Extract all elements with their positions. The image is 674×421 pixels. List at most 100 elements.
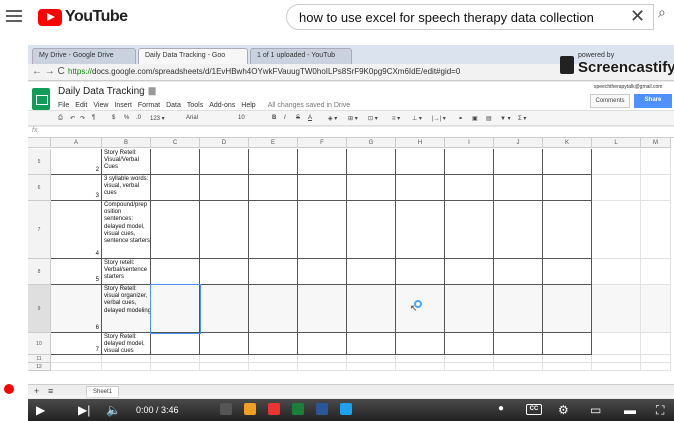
menu-file[interactable]: File (58, 102, 69, 109)
miniplayer-icon[interactable]: ▭ (590, 403, 601, 417)
table-cell[interactable] (347, 355, 396, 363)
sheets-logo-icon[interactable] (32, 88, 50, 110)
row-header[interactable]: 7 (28, 201, 51, 259)
column-header-k[interactable]: K (543, 138, 592, 148)
table-cell[interactable] (592, 355, 641, 363)
menu-view[interactable]: View (93, 102, 108, 109)
table-cell[interactable] (298, 201, 347, 259)
menu-format[interactable]: Format (138, 102, 160, 109)
red-progress-dot[interactable] (4, 384, 14, 394)
column-header-e[interactable]: E (249, 138, 298, 148)
table-cell[interactable] (51, 363, 102, 371)
column-header-l[interactable]: L (592, 138, 641, 148)
video-player[interactable]: My Drive - Google Drive Daily Data Track… (28, 45, 674, 421)
table-cell[interactable] (347, 259, 396, 285)
table-cell[interactable] (494, 149, 543, 175)
table-cell[interactable]: 3 (51, 175, 102, 201)
tab-youtube-upload[interactable]: 1 of 1 uploaded - YouTub (250, 48, 352, 64)
table-cell[interactable] (641, 175, 671, 201)
clear-search-icon[interactable]: ✕ (630, 6, 645, 27)
italic-icon[interactable]: I (284, 115, 286, 121)
table-cell[interactable] (347, 149, 396, 175)
text-color-icon[interactable]: A (308, 115, 312, 121)
table-cell[interactable] (249, 259, 298, 285)
table-cell[interactable] (396, 355, 445, 363)
table-cell[interactable]: Story Retell: Visual/Verbal Cues (102, 149, 151, 175)
table-cell[interactable] (151, 201, 200, 259)
link-icon[interactable]: ⚭ (458, 115, 463, 122)
text-wrap-icon[interactable]: |→| ▾ (432, 115, 446, 122)
hamburger-menu-icon[interactable] (6, 10, 22, 22)
table-cell[interactable] (592, 285, 641, 333)
table-cell[interactable] (641, 355, 671, 363)
table-cell[interactable] (151, 355, 200, 363)
table-cell[interactable]: 4 (51, 201, 102, 259)
column-header-m[interactable]: M (641, 138, 671, 148)
merge-cells-icon[interactable]: ⊡ ▾ (368, 115, 378, 122)
table-cell[interactable] (445, 285, 494, 333)
table-cell[interactable] (102, 355, 151, 363)
menu-tools[interactable]: Tools (187, 102, 203, 109)
row-header[interactable]: 6 (28, 175, 51, 201)
table-cell[interactable] (200, 285, 249, 333)
table-cell[interactable] (298, 333, 347, 355)
table-cell[interactable]: Story retell: Verbal/sentence starters (102, 259, 151, 285)
table-cell[interactable] (641, 201, 671, 259)
url-field[interactable]: https://docs.google.com/spreadsheets/d/1… (68, 66, 588, 79)
number-format-icon[interactable]: 123 ▾ (150, 115, 165, 122)
table-cell[interactable] (494, 259, 543, 285)
table-cell[interactable] (298, 285, 347, 333)
table-cell[interactable] (396, 175, 445, 201)
paint-format-icon[interactable]: ¶ (92, 115, 95, 121)
table-cell[interactable] (151, 333, 200, 355)
fill-color-icon[interactable]: ◈ ▾ (328, 115, 337, 122)
table-cell[interactable] (150, 284, 201, 334)
table-cell[interactable] (592, 149, 641, 175)
menu-data[interactable]: Data (166, 102, 181, 109)
table-cell[interactable] (249, 175, 298, 201)
table-cell[interactable] (347, 285, 396, 333)
table-cell[interactable]: 2 (51, 149, 102, 175)
font-select[interactable]: Arial (186, 115, 198, 121)
table-cell[interactable] (151, 259, 200, 285)
row-header[interactable]: 12 (28, 363, 51, 371)
table-cell[interactable] (151, 175, 200, 201)
table-cell[interactable]: Story Retell: visual organizer, verbal c… (102, 285, 151, 333)
table-cell[interactable] (151, 149, 200, 175)
subtitles-button[interactable]: CC (526, 404, 542, 415)
table-cell[interactable] (494, 355, 543, 363)
table-cell[interactable] (494, 201, 543, 259)
column-header-c[interactable]: C (151, 138, 200, 148)
table-cell[interactable] (445, 355, 494, 363)
table-cell[interactable] (494, 363, 543, 371)
table-cell[interactable] (543, 285, 592, 333)
table-cell[interactable] (347, 363, 396, 371)
table-cell[interactable] (641, 259, 671, 285)
table-cell[interactable] (494, 333, 543, 355)
row-header[interactable]: 5 (28, 149, 51, 175)
account-email[interactable]: speechtherapytalk@gmail.com (594, 84, 662, 90)
table-cell[interactable] (396, 259, 445, 285)
strikethrough-icon[interactable]: S (296, 115, 300, 121)
column-header-h[interactable]: H (396, 138, 445, 148)
browser-nav-icons[interactable]: ← → C (32, 66, 65, 77)
row-header[interactable]: 8 (28, 259, 51, 285)
table-cell[interactable] (347, 201, 396, 259)
comment-icon[interactable]: ▣ (472, 115, 478, 122)
table-cell[interactable]: 7 (51, 333, 102, 355)
table-cell[interactable] (494, 175, 543, 201)
menu-addons[interactable]: Add-ons (209, 102, 235, 109)
column-header-g[interactable]: G (347, 138, 396, 148)
table-cell[interactable] (249, 285, 298, 333)
table-cell[interactable] (102, 363, 151, 371)
volume-icon[interactable]: 🔈 (106, 403, 121, 417)
table-cell[interactable] (494, 285, 543, 333)
table-cell[interactable] (592, 259, 641, 285)
table-cell[interactable] (445, 259, 494, 285)
row-header[interactable]: 9 (28, 285, 51, 333)
table-cell[interactable] (445, 363, 494, 371)
progress-bar[interactable] (28, 395, 674, 398)
table-cell[interactable] (641, 149, 671, 175)
next-icon[interactable]: ▶| (78, 403, 90, 417)
table-cell[interactable] (396, 201, 445, 259)
